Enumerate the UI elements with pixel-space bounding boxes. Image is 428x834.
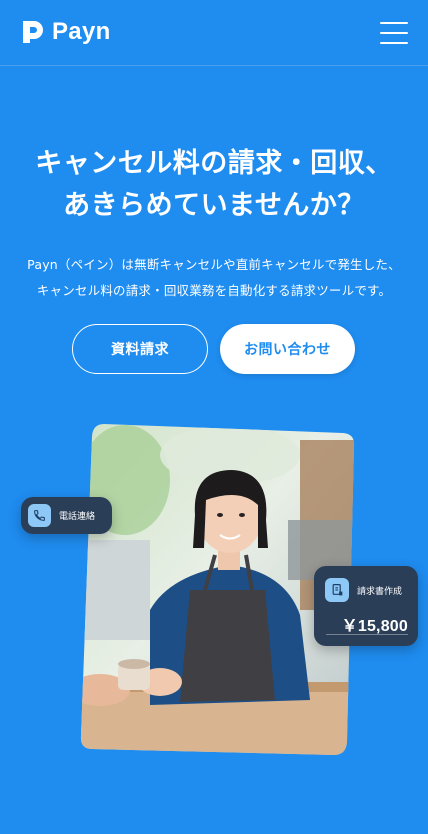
logo-icon	[23, 21, 43, 43]
hero-description-line-2: キャンセル料の請求・回収業務を自動化する請求ツールです。	[36, 283, 392, 298]
site-header: Payn	[0, 0, 428, 66]
invoice-amount: ￥15,800	[341, 618, 408, 635]
phone-call-card: 電話連絡	[21, 497, 112, 534]
hero-title: キャンセル料の請求・回収、 あきらめていませんか？	[0, 143, 428, 227]
hero-photo	[80, 424, 355, 755]
contact-button[interactable]: お問い合わせ	[220, 324, 355, 374]
hero-title-line-2: あきらめていませんか？	[63, 190, 365, 221]
logo-text: Payn	[52, 18, 111, 45]
hamburger-menu-icon[interactable]	[380, 22, 408, 44]
amount-divider	[326, 634, 408, 635]
hero-description: Payn（ペイン）は無断キャンセルや直前キャンセルで発生した、 キャンセル料の請…	[0, 252, 428, 304]
document-icon	[325, 578, 349, 602]
phone-icon	[28, 504, 51, 527]
payn-logo[interactable]: Payn	[21, 19, 111, 45]
hero-title-line-1: キャンセル料の請求・回収、	[35, 148, 393, 179]
invoice-card: 請求書作成 ￥15,800	[314, 566, 418, 646]
request-docs-button[interactable]: 資料請求	[72, 324, 208, 374]
hero-description-line-1: Payn（ペイン）は無断キャンセルや直前キャンセルで発生した、	[27, 257, 401, 272]
phone-call-label: 電話連絡	[59, 512, 96, 522]
invoice-label: 請求書作成	[357, 586, 403, 597]
